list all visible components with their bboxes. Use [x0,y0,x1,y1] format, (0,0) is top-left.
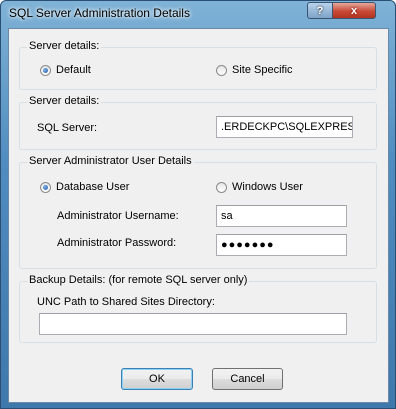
sql-server-input[interactable]: .ERDECKPC\SQLEXPRESS [216,116,353,138]
radio-label: Site Specific [232,64,293,76]
unc-path-label: UNC Path to Shared Sites Directory: [37,296,215,308]
server-details-group: Server details: Default Site Specific [19,40,377,90]
radio-circle [40,64,51,76]
radio-default[interactable]: Default [40,64,91,76]
password-input[interactable]: ●●●●●●● [216,234,347,256]
radio-label: Database User [56,181,130,193]
radio-circle [216,181,227,193]
sql-server-label: SQL Server: [37,122,98,134]
username-input[interactable]: sa [216,205,347,227]
radio-windows-user[interactable]: Windows User [216,181,303,193]
unc-path-input[interactable] [39,313,347,335]
group-label: Server Administrator User Details [27,155,194,167]
sql-server-group: Server details: SQL Server: .ERDECKPC\SQ… [19,95,377,150]
radio-label: Windows User [232,181,303,193]
admin-user-group: Server Administrator User Details Databa… [19,155,377,269]
cancel-label: Cancel [230,373,265,385]
window-title: SQL Server Administration Details [9,6,190,20]
radio-database-user[interactable]: Database User [40,181,129,193]
username-label: Administrator Username: [57,210,179,222]
radio-circle [40,181,51,193]
group-label: Backup Details: (for remote SQL server o… [27,274,250,286]
radio-site-specific[interactable]: Site Specific [216,64,293,76]
password-label: Administrator Password: [57,237,177,249]
backup-details-group: Backup Details: (for remote SQL server o… [19,274,377,343]
radio-circle [216,64,227,76]
dialog-window: SQL Server Administration Details ? x Se… [0,0,396,409]
title-bar[interactable]: SQL Server Administration Details ? x [1,1,395,27]
close-icon: x [350,4,358,17]
radio-label: Default [56,64,91,76]
help-icon: ? [316,4,324,17]
dialog-body: Server details: Default Site Specific Se… [8,28,389,403]
ok-label: OK [149,373,165,385]
cancel-button[interactable]: Cancel [212,368,283,390]
group-label: Server details: [27,95,102,107]
help-button[interactable]: ? [307,2,333,19]
group-label: Server details: [27,40,102,52]
close-button[interactable]: x [332,2,376,19]
ok-button[interactable]: OK [121,368,193,390]
